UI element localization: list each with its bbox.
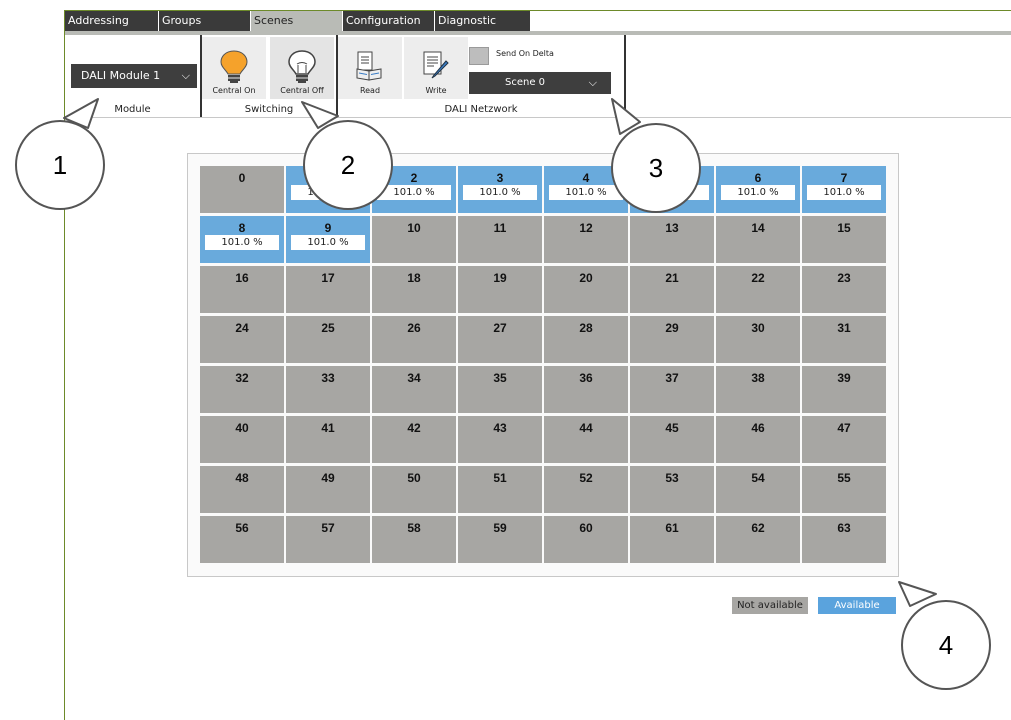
callout-tails <box>63 98 937 607</box>
callout-3: 3 <box>611 123 701 213</box>
callout-4: 4 <box>901 600 991 690</box>
callout-2: 2 <box>303 120 393 210</box>
callout-1: 1 <box>15 120 105 210</box>
